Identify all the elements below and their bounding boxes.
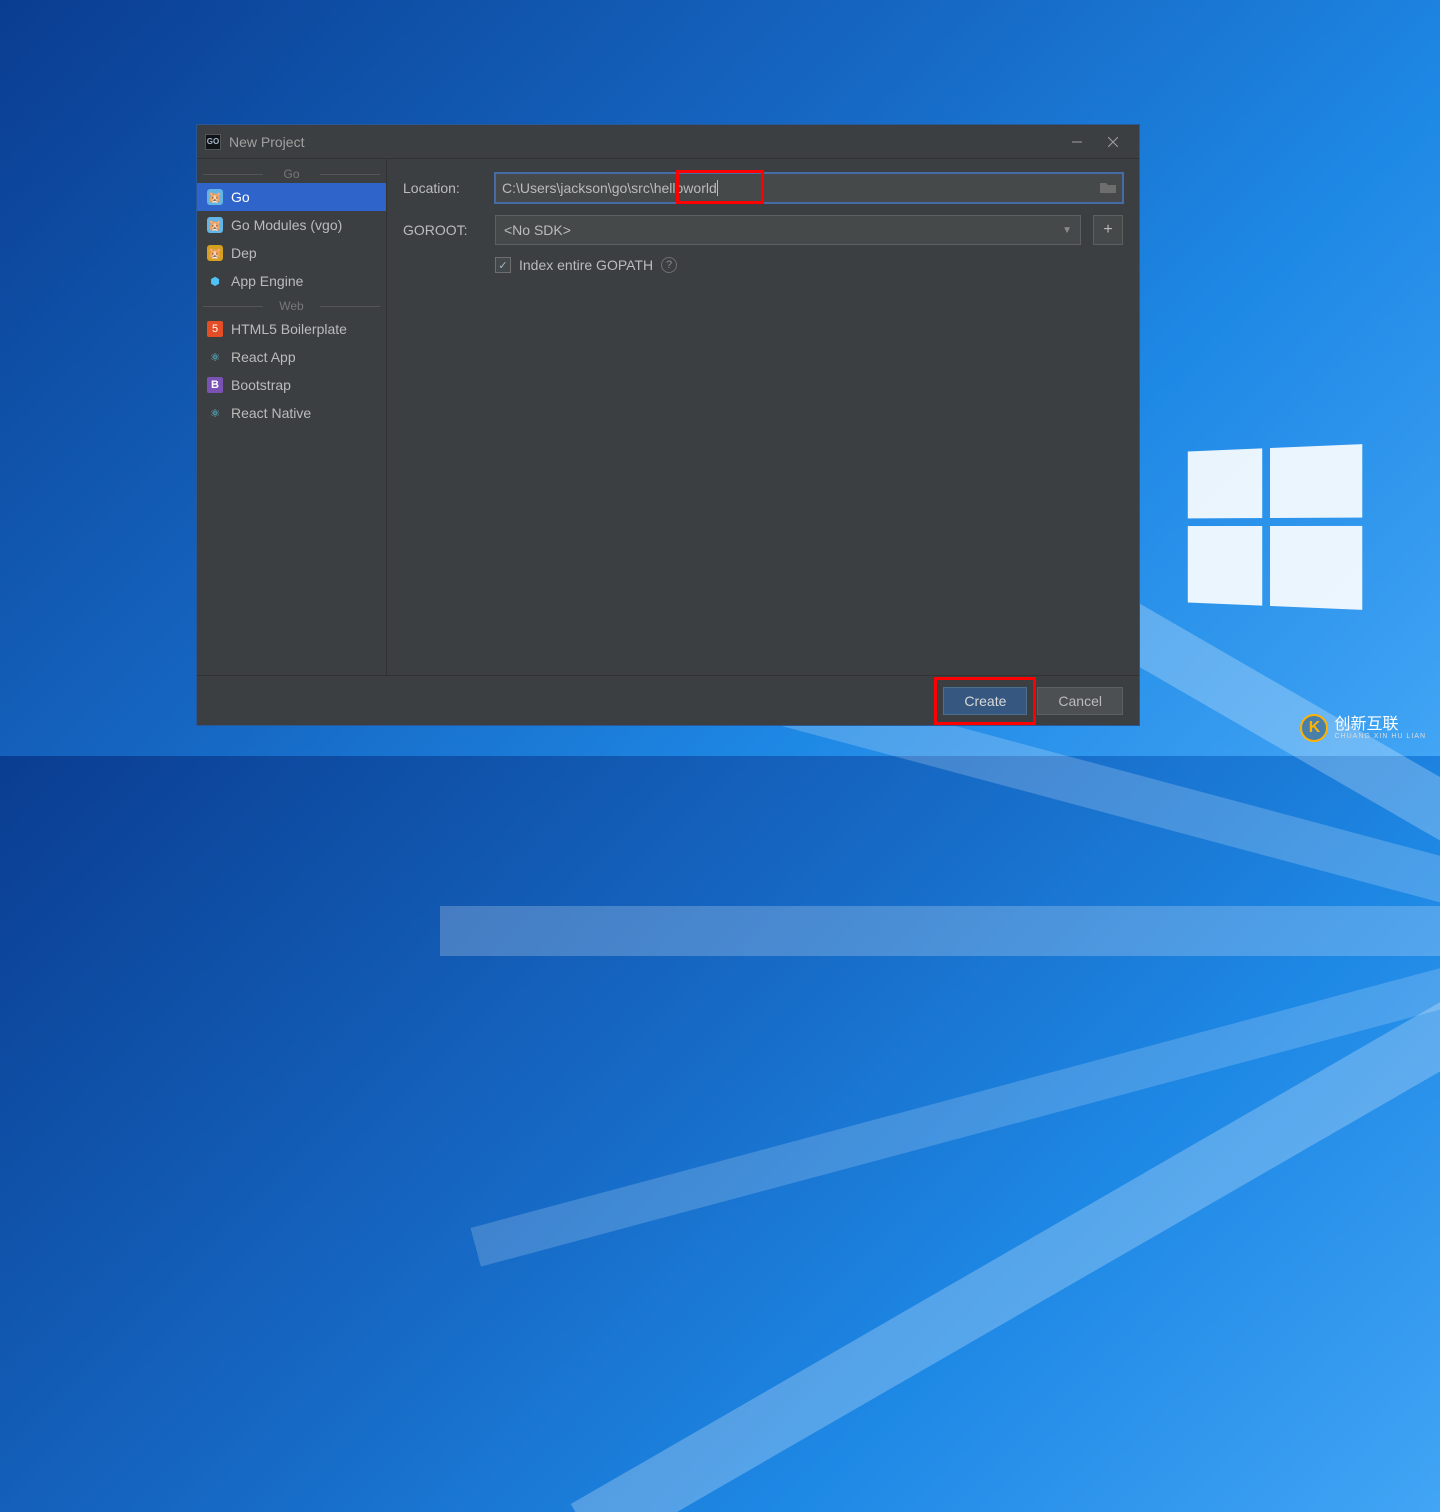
sidebar-item-label: React Native	[231, 405, 311, 421]
goroot-value: <No SDK>	[504, 222, 571, 238]
sidebar-item-html5[interactable]: 5 HTML5 Boilerplate	[197, 315, 386, 343]
sidebar-item-react-native[interactable]: ⚛ React Native	[197, 399, 386, 427]
location-value-prefix: C:\Users\jackson\go\src\	[502, 180, 654, 196]
sidebar-item-app-engine[interactable]: ⬢ App Engine	[197, 267, 386, 295]
checkbox-label: Index entire GOPATH	[519, 257, 653, 273]
close-button[interactable]	[1095, 128, 1131, 156]
sidebar-item-bootstrap[interactable]: B Bootstrap	[197, 371, 386, 399]
cancel-button[interactable]: Cancel	[1037, 687, 1123, 715]
dep-icon: 🐹	[207, 245, 223, 261]
app-icon: GO	[205, 134, 221, 150]
react-icon: ⚛	[207, 349, 223, 365]
sidebar-item-label: App Engine	[231, 273, 303, 289]
sidebar-item-label: Go	[231, 189, 250, 205]
location-label: Location:	[403, 180, 483, 196]
goroot-select[interactable]: <No SDK> ▼	[495, 215, 1081, 245]
windows-logo-icon	[1188, 444, 1362, 610]
project-type-sidebar: Go 🐹 Go 🐹 Go Modules (vgo) 🐹 Dep ⬢ App E…	[197, 159, 387, 675]
sidebar-item-dep[interactable]: 🐹 Dep	[197, 239, 386, 267]
bootstrap-icon: B	[207, 377, 223, 393]
watermark: K 创新互联 CHUANG XIN HU LIAN	[1300, 714, 1426, 742]
watermark-logo-icon: K	[1300, 714, 1328, 742]
sidebar-item-label: React App	[231, 349, 296, 365]
form-panel: Location: C:\Users\jackson\go\src\hellow…	[387, 159, 1139, 675]
app-engine-icon: ⬢	[207, 273, 223, 289]
minimize-button[interactable]	[1059, 128, 1095, 156]
sidebar-item-go[interactable]: 🐹 Go	[197, 183, 386, 211]
text-cursor	[717, 180, 718, 196]
sidebar-item-go-modules[interactable]: 🐹 Go Modules (vgo)	[197, 211, 386, 239]
sidebar-item-react-app[interactable]: ⚛ React App	[197, 343, 386, 371]
location-value-suffix: helloworld	[654, 180, 717, 196]
new-project-dialog: GO New Project Go 🐹 Go 🐹 Go Modules (vgo…	[196, 124, 1140, 726]
dialog-title: New Project	[229, 134, 1059, 150]
sidebar-item-label: HTML5 Boilerplate	[231, 321, 347, 337]
dialog-footer: Create Cancel	[197, 675, 1139, 725]
help-icon[interactable]: ?	[661, 257, 677, 273]
watermark-subtext: CHUANG XIN HU LIAN	[1334, 733, 1426, 740]
add-sdk-button[interactable]: +	[1093, 215, 1123, 245]
dialog-titlebar: GO New Project	[197, 125, 1139, 159]
goroot-label: GOROOT:	[403, 222, 483, 238]
html5-icon: 5	[207, 321, 223, 337]
go-icon: 🐹	[207, 217, 223, 233]
sidebar-group-go: Go	[197, 167, 386, 181]
sidebar-item-label: Go Modules (vgo)	[231, 217, 342, 233]
location-input[interactable]: C:\Users\jackson\go\src\helloworld	[495, 173, 1123, 203]
browse-folder-icon[interactable]	[1100, 180, 1116, 196]
watermark-text: 创新互联	[1334, 717, 1426, 733]
index-gopath-checkbox[interactable]: ✓	[495, 257, 511, 273]
sidebar-item-label: Bootstrap	[231, 377, 291, 393]
sidebar-item-label: Dep	[231, 245, 257, 261]
create-button[interactable]: Create	[943, 687, 1027, 715]
sidebar-group-web: Web	[197, 299, 386, 313]
react-icon: ⚛	[207, 405, 223, 421]
go-icon: 🐹	[207, 189, 223, 205]
chevron-down-icon: ▼	[1062, 225, 1072, 236]
